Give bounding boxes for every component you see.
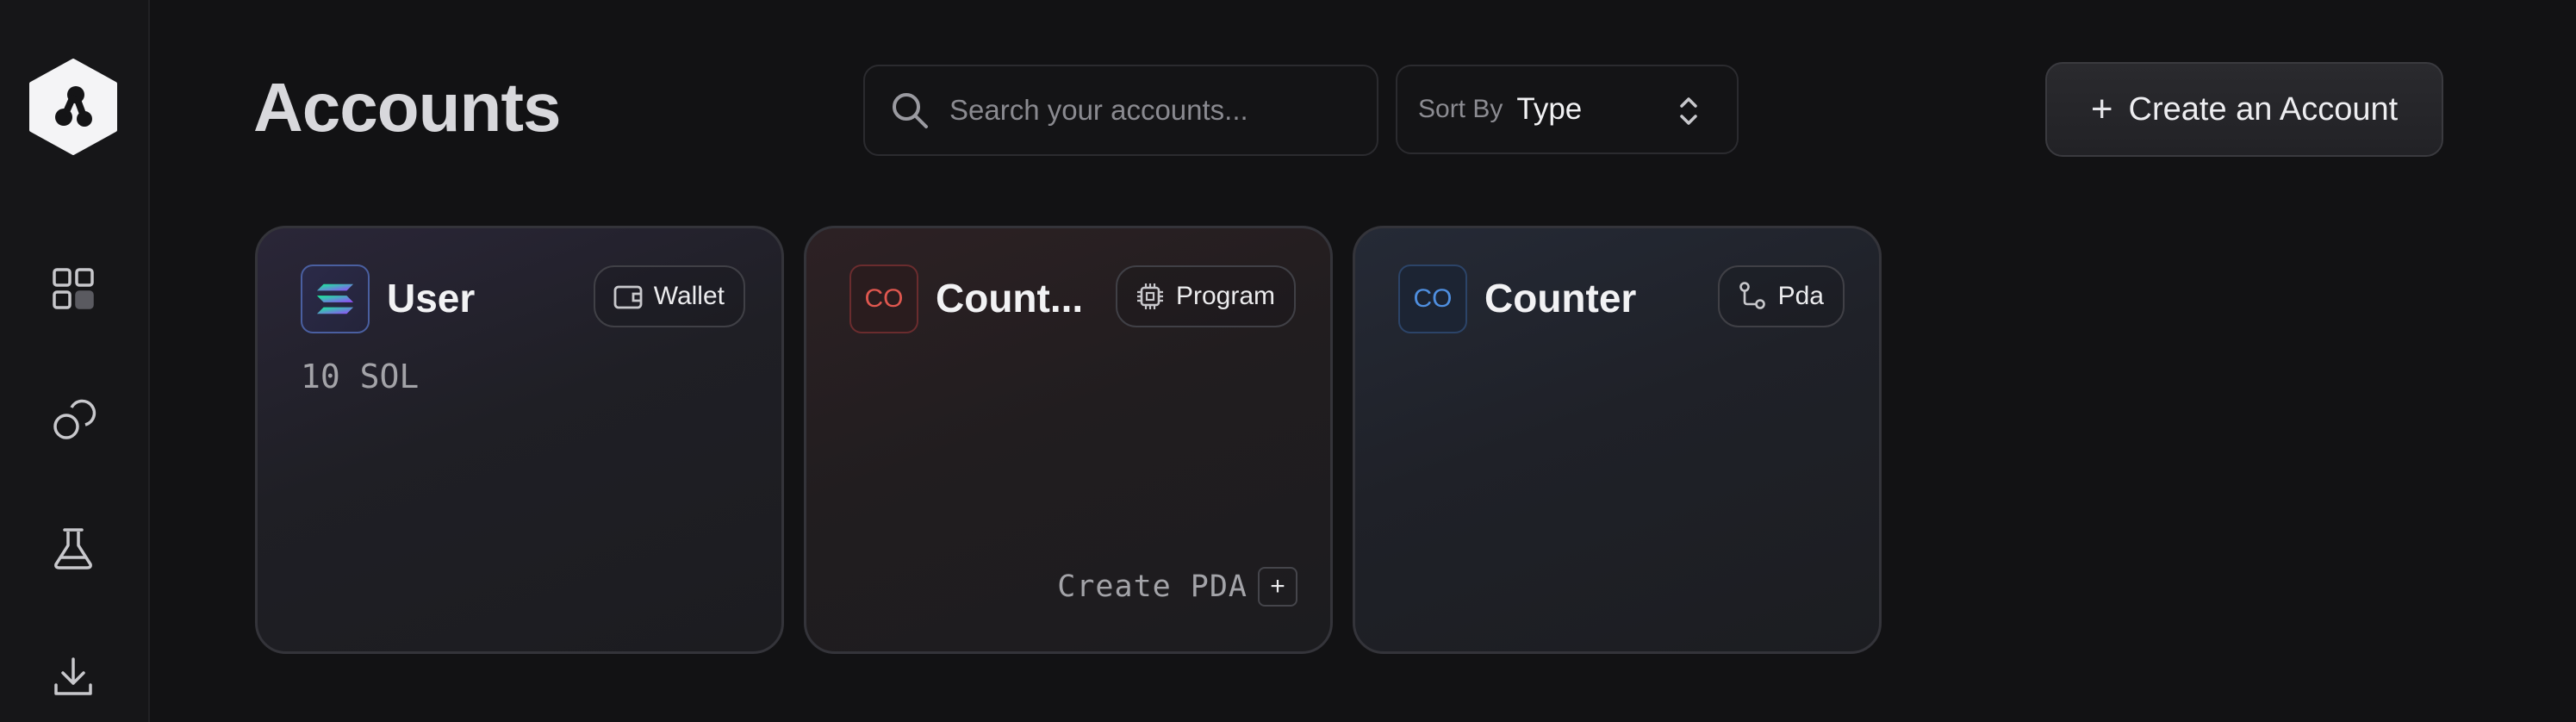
card-title: Counter bbox=[1484, 276, 1637, 321]
chip-icon bbox=[1136, 283, 1163, 309]
circles-icon bbox=[53, 399, 96, 439]
search-input[interactable] bbox=[949, 94, 1363, 127]
sort-label: Sort By bbox=[1418, 95, 1503, 123]
nav-lab[interactable] bbox=[43, 519, 103, 579]
badge-label: Wallet bbox=[653, 282, 725, 310]
type-badge-wallet: Wallet bbox=[593, 265, 745, 327]
nav-dashboard[interactable] bbox=[43, 258, 103, 319]
flask-icon bbox=[54, 528, 92, 570]
download-icon bbox=[54, 657, 92, 695]
search-box[interactable] bbox=[863, 65, 1378, 156]
type-badge-program: Program bbox=[1115, 265, 1296, 327]
create-pda-label: Create PDA bbox=[1057, 570, 1248, 604]
solana-icon bbox=[301, 265, 370, 333]
account-avatar: CO bbox=[849, 265, 918, 333]
balance-value: 10 SOL bbox=[301, 358, 420, 395]
sort-select[interactable]: Sort By Type bbox=[1396, 65, 1739, 154]
nav-download[interactable] bbox=[43, 646, 103, 706]
plus-icon: + bbox=[1258, 567, 1297, 607]
chevron-updown-icon bbox=[1680, 97, 1697, 125]
badge-label: Program bbox=[1175, 282, 1275, 310]
search-icon bbox=[893, 93, 928, 128]
create-pda-button[interactable]: Create PDA + bbox=[1057, 567, 1297, 607]
badge-label: Pda bbox=[1777, 282, 1824, 310]
account-card-counter-pda[interactable]: CO Counter Pda bbox=[1353, 226, 1882, 654]
wallet-icon bbox=[613, 285, 643, 309]
branch-icon bbox=[1739, 282, 1765, 309]
sort-value: Type bbox=[1516, 92, 1583, 126]
grid-icon bbox=[53, 268, 94, 309]
plus-icon: + bbox=[2090, 88, 2113, 130]
create-account-label: Create an Account bbox=[2128, 90, 2399, 128]
app-logo[interactable] bbox=[26, 59, 121, 155]
account-card-user[interactable]: User Wallet 10 SOL bbox=[255, 226, 784, 654]
sidebar bbox=[0, 0, 150, 722]
card-title: User bbox=[387, 276, 476, 321]
type-badge-pda: Pda bbox=[1717, 265, 1845, 327]
card-title: Count... bbox=[936, 276, 1084, 321]
page-title: Accounts bbox=[253, 69, 561, 146]
create-account-button[interactable]: + Create an Account bbox=[2045, 62, 2443, 157]
account-avatar: CO bbox=[1398, 265, 1467, 333]
nav-accounts[interactable] bbox=[43, 389, 103, 450]
account-card-counter-program[interactable]: CO Count... Program Create PDA + bbox=[804, 226, 1333, 654]
